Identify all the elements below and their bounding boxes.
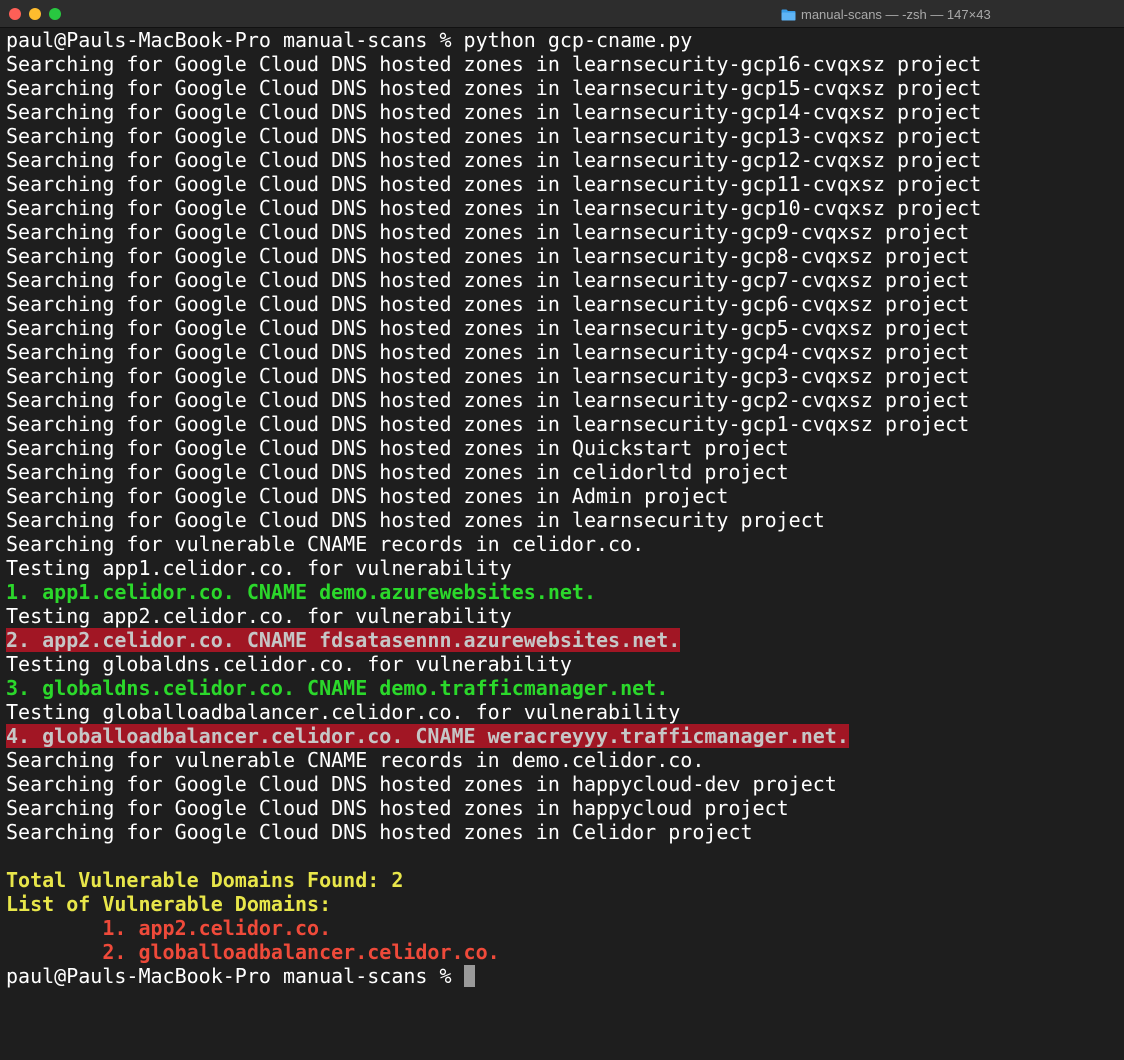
terminal-window: manual-scans — -zsh — 147×43 paul@Pauls-… bbox=[0, 0, 1124, 1060]
terminal-line-text: Searching for Google Cloud DNS hosted zo… bbox=[6, 76, 982, 100]
terminal-line-text: Searching for Google Cloud DNS hosted zo… bbox=[6, 388, 970, 412]
close-window-button[interactable] bbox=[9, 8, 21, 20]
terminal-line-text: 2. app2.celidor.co. CNAME fdsatasennn.az… bbox=[6, 628, 681, 652]
terminal-line-text: Searching for Google Cloud DNS hosted zo… bbox=[6, 364, 970, 388]
terminal-line-text: Searching for Google Cloud DNS hosted zo… bbox=[6, 268, 970, 292]
terminal-line-text: Total Vulnerable Domains Found: 2 bbox=[6, 868, 404, 892]
terminal-line: Searching for Google Cloud DNS hosted zo… bbox=[6, 316, 1118, 340]
terminal-line: List of Vulnerable Domains: bbox=[6, 892, 1118, 916]
terminal-line: Searching for Google Cloud DNS hosted zo… bbox=[6, 820, 1118, 844]
terminal-line-text: Searching for Google Cloud DNS hosted zo… bbox=[6, 772, 837, 796]
terminal-line-text: Searching for Google Cloud DNS hosted zo… bbox=[6, 100, 982, 124]
terminal-line: Searching for Google Cloud DNS hosted zo… bbox=[6, 340, 1118, 364]
terminal-line: Searching for Google Cloud DNS hosted zo… bbox=[6, 172, 1118, 196]
terminal-line: Searching for vulnerable CNAME records i… bbox=[6, 748, 1118, 772]
terminal-line-text: Searching for Google Cloud DNS hosted zo… bbox=[6, 220, 970, 244]
terminal-line: Searching for vulnerable CNAME records i… bbox=[6, 532, 1118, 556]
terminal-line: Searching for Google Cloud DNS hosted zo… bbox=[6, 76, 1118, 100]
terminal-line-text: 4. globalloadbalancer.celidor.co. CNAME … bbox=[6, 724, 849, 748]
terminal-line-text: Searching for Google Cloud DNS hosted zo… bbox=[6, 796, 789, 820]
terminal-line-text: Searching for Google Cloud DNS hosted zo… bbox=[6, 172, 982, 196]
terminal-line-text: Searching for vulnerable CNAME records i… bbox=[6, 532, 645, 556]
terminal-line: 4. globalloadbalancer.celidor.co. CNAME … bbox=[6, 724, 1118, 748]
terminal-line-text: Searching for Google Cloud DNS hosted zo… bbox=[6, 508, 825, 532]
terminal-line: Searching for Google Cloud DNS hosted zo… bbox=[6, 52, 1118, 76]
title-bar[interactable]: manual-scans — -zsh — 147×43 bbox=[0, 0, 1124, 28]
terminal-line-text: 2. globalloadbalancer.celidor.co. bbox=[102, 940, 500, 964]
terminal-line-text: Searching for Google Cloud DNS hosted zo… bbox=[6, 148, 982, 172]
terminal-output[interactable]: paul@Pauls-MacBook-Pro manual-scans % py… bbox=[6, 28, 1118, 1054]
terminal-line-text: 1. app1.celidor.co. CNAME demo.azurewebs… bbox=[6, 580, 597, 604]
terminal-line-text: Searching for Google Cloud DNS hosted zo… bbox=[6, 124, 982, 148]
terminal-line: 3. globaldns.celidor.co. CNAME demo.traf… bbox=[6, 676, 1118, 700]
terminal-line-text: Searching for Google Cloud DNS hosted zo… bbox=[6, 412, 970, 436]
terminal-line: Testing globaldns.celidor.co. for vulner… bbox=[6, 652, 1118, 676]
terminal-line: Searching for Google Cloud DNS hosted zo… bbox=[6, 796, 1118, 820]
terminal-line: Searching for Google Cloud DNS hosted zo… bbox=[6, 460, 1118, 484]
terminal-line: Searching for Google Cloud DNS hosted zo… bbox=[6, 772, 1118, 796]
terminal-line-text: 3. globaldns.celidor.co. CNAME demo.traf… bbox=[6, 676, 669, 700]
prompt-text: paul@Pauls-MacBook-Pro manual-scans % bbox=[6, 964, 464, 988]
terminal-line: Total Vulnerable Domains Found: 2 bbox=[6, 868, 1118, 892]
terminal-line-text: Searching for Google Cloud DNS hosted zo… bbox=[6, 484, 729, 508]
terminal-line: Searching for Google Cloud DNS hosted zo… bbox=[6, 292, 1118, 316]
terminal-line: Searching for Google Cloud DNS hosted zo… bbox=[6, 268, 1118, 292]
terminal-line-text: Testing app2.celidor.co. for vulnerabili… bbox=[6, 604, 512, 628]
terminal-line-text: Searching for vulnerable CNAME records i… bbox=[6, 748, 705, 772]
folder-icon bbox=[781, 8, 796, 21]
terminal-line-text: paul@Pauls-MacBook-Pro manual-scans % py… bbox=[6, 28, 693, 52]
terminal-line: Searching for Google Cloud DNS hosted zo… bbox=[6, 436, 1118, 460]
terminal-line-text: Testing globaldns.celidor.co. for vulner… bbox=[6, 652, 572, 676]
terminal-line-text: Testing globalloadbalancer.celidor.co. f… bbox=[6, 700, 681, 724]
terminal-line-text: 1. app2.celidor.co. bbox=[102, 916, 332, 940]
terminal-line: Searching for Google Cloud DNS hosted zo… bbox=[6, 148, 1118, 172]
terminal-line-text: Testing app1.celidor.co. for vulnerabili… bbox=[6, 556, 512, 580]
terminal-line: Testing globalloadbalancer.celidor.co. f… bbox=[6, 700, 1118, 724]
zoom-window-button[interactable] bbox=[49, 8, 61, 20]
terminal-line-text: Searching for Google Cloud DNS hosted zo… bbox=[6, 436, 789, 460]
terminal-line: Searching for Google Cloud DNS hosted zo… bbox=[6, 220, 1118, 244]
terminal-line-text: Searching for Google Cloud DNS hosted zo… bbox=[6, 316, 970, 340]
terminal-line: Searching for Google Cloud DNS hosted zo… bbox=[6, 244, 1118, 268]
window-title: manual-scans — -zsh — 147×43 bbox=[801, 6, 991, 22]
terminal-line: 1. app1.celidor.co. CNAME demo.azurewebs… bbox=[6, 580, 1118, 604]
terminal-line: Searching for Google Cloud DNS hosted zo… bbox=[6, 100, 1118, 124]
terminal-line: Searching for Google Cloud DNS hosted zo… bbox=[6, 364, 1118, 388]
terminal-line: Searching for Google Cloud DNS hosted zo… bbox=[6, 508, 1118, 532]
terminal-line: paul@Pauls-MacBook-Pro manual-scans % py… bbox=[6, 28, 1118, 52]
prompt-line[interactable]: paul@Pauls-MacBook-Pro manual-scans % bbox=[6, 964, 1118, 988]
terminal-line-text: Searching for Google Cloud DNS hosted zo… bbox=[6, 244, 970, 268]
window-title-group: manual-scans — -zsh — 147×43 bbox=[781, 6, 991, 22]
terminal-line: 2. globalloadbalancer.celidor.co. bbox=[6, 940, 1118, 964]
terminal-line: Searching for Google Cloud DNS hosted zo… bbox=[6, 412, 1118, 436]
minimize-window-button[interactable] bbox=[29, 8, 41, 20]
terminal-line-text: Searching for Google Cloud DNS hosted zo… bbox=[6, 52, 982, 76]
terminal-line-text: Searching for Google Cloud DNS hosted zo… bbox=[6, 340, 970, 364]
terminal-line: Searching for Google Cloud DNS hosted zo… bbox=[6, 196, 1118, 220]
terminal-line: 1. app2.celidor.co. bbox=[6, 916, 1118, 940]
terminal-line: Testing app1.celidor.co. for vulnerabili… bbox=[6, 556, 1118, 580]
terminal-line: 2. app2.celidor.co. CNAME fdsatasennn.az… bbox=[6, 628, 1118, 652]
terminal-line-text: Searching for Google Cloud DNS hosted zo… bbox=[6, 292, 970, 316]
terminal-line-text: Searching for Google Cloud DNS hosted zo… bbox=[6, 820, 753, 844]
terminal-line: Testing app2.celidor.co. for vulnerabili… bbox=[6, 604, 1118, 628]
terminal-line-text: List of Vulnerable Domains: bbox=[6, 892, 332, 916]
terminal-line-text: Searching for Google Cloud DNS hosted zo… bbox=[6, 460, 789, 484]
terminal-line-text: Searching for Google Cloud DNS hosted zo… bbox=[6, 196, 982, 220]
terminal-line: Searching for Google Cloud DNS hosted zo… bbox=[6, 388, 1118, 412]
terminal-line: Searching for Google Cloud DNS hosted zo… bbox=[6, 484, 1118, 508]
terminal-line: Searching for Google Cloud DNS hosted zo… bbox=[6, 124, 1118, 148]
text-cursor bbox=[463, 965, 475, 987]
